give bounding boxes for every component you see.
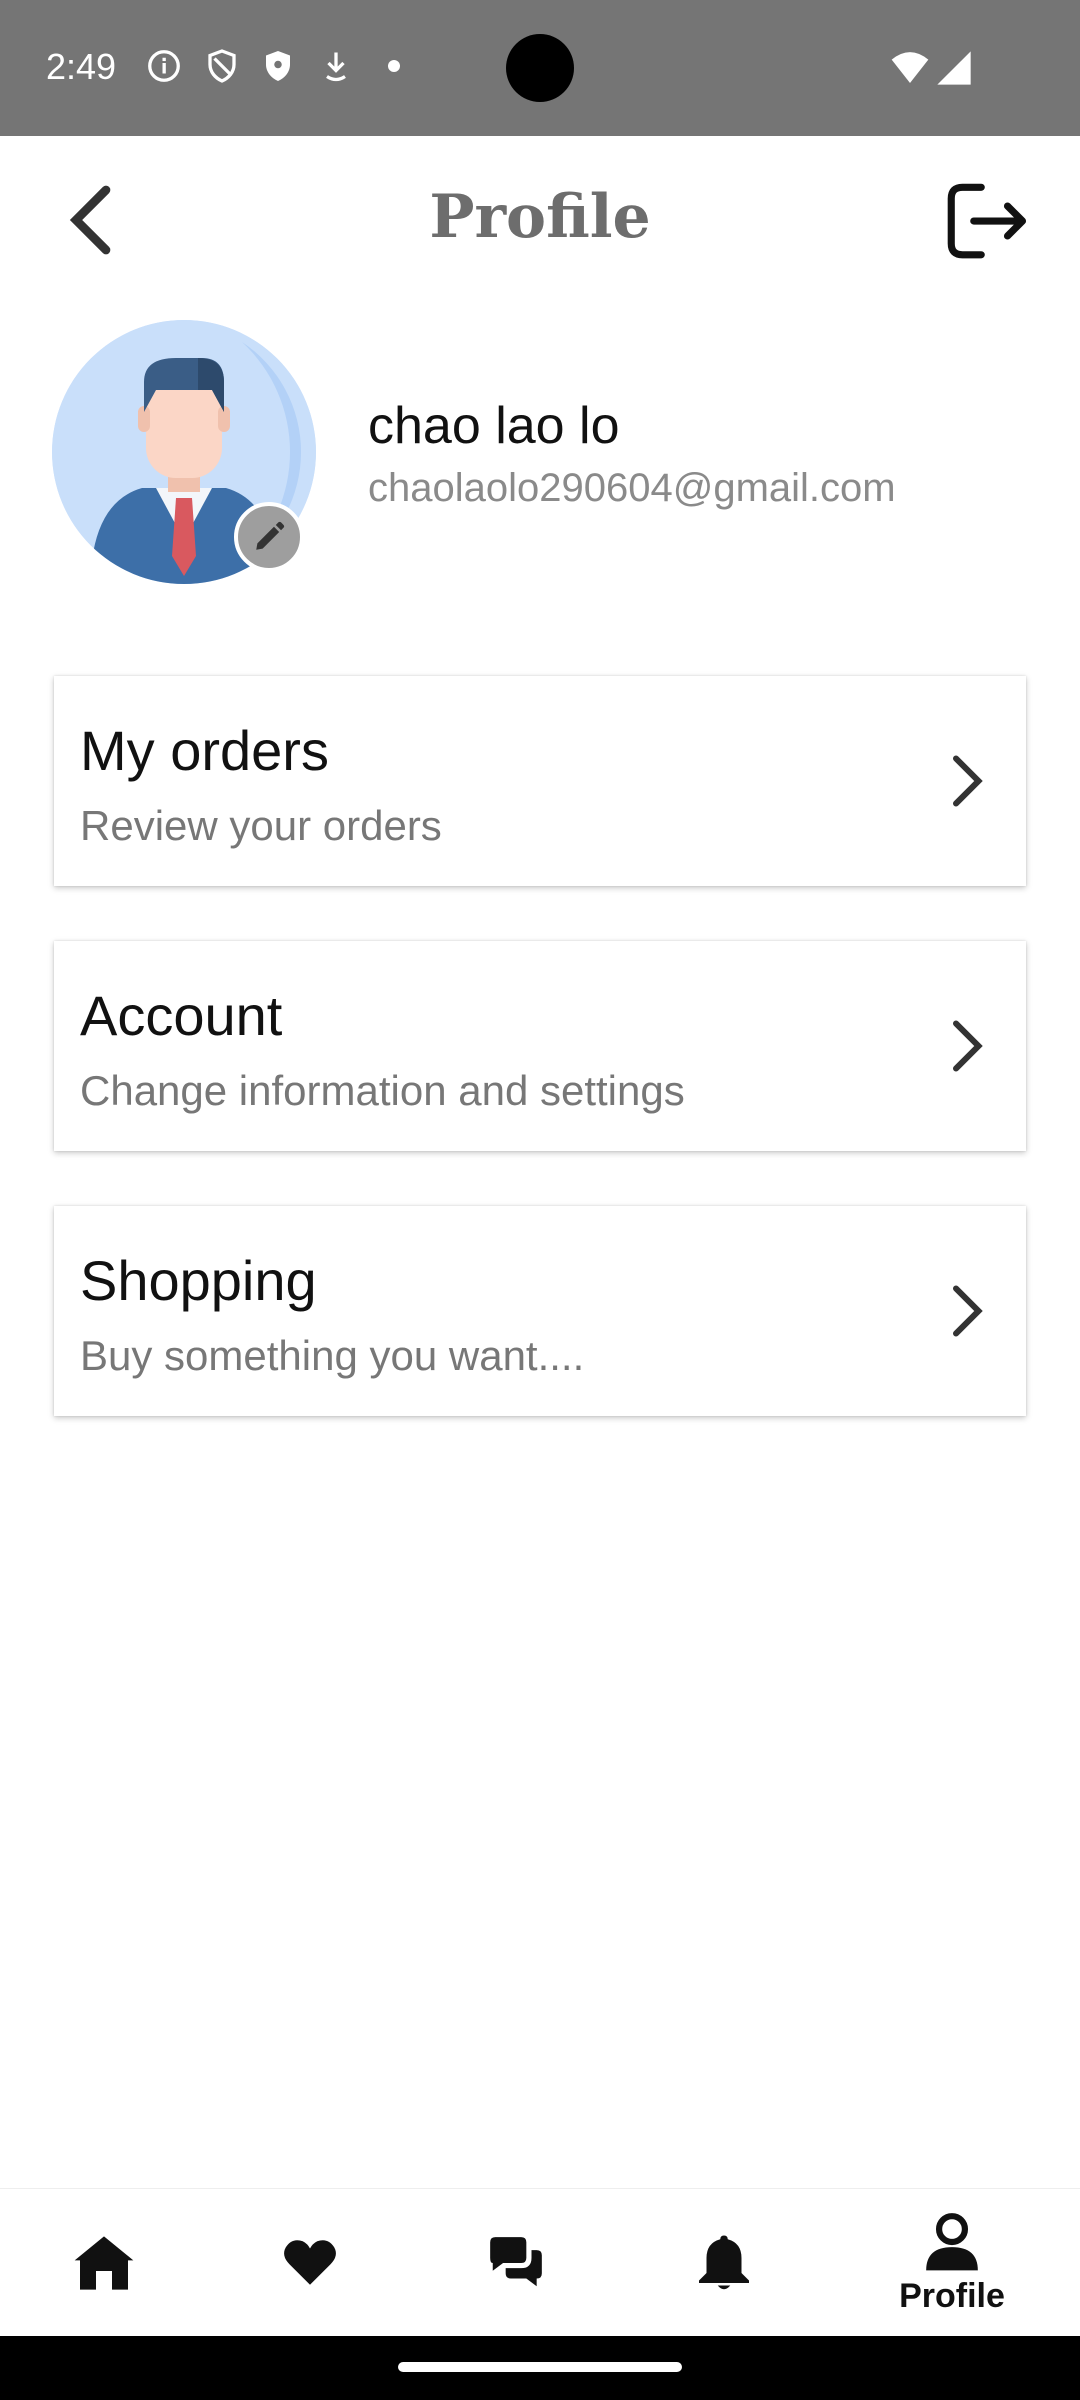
person-icon	[926, 2212, 978, 2270]
download-icon	[326, 52, 346, 82]
my-orders-card[interactable]: My orders Review your orders	[54, 676, 1026, 886]
status-time: 2:49	[46, 46, 117, 87]
wifi-icon	[891, 52, 929, 83]
nav-notifications[interactable]	[674, 2189, 774, 2337]
pencil-icon	[256, 521, 285, 550]
nav-profile-label: Profile	[899, 2276, 1005, 2315]
bell-icon	[699, 2235, 749, 2290]
user-email: chaolaolo290604@gmail.com	[368, 466, 896, 510]
status-bar: 2:49	[0, 0, 1080, 136]
chevron-right-icon	[953, 1285, 983, 1337]
info-icon	[148, 50, 180, 82]
card-title: Account	[80, 984, 283, 1047]
nav-favorites[interactable]	[260, 2189, 360, 2337]
home-gesture-bar[interactable]	[398, 2362, 682, 2372]
system-nav-bar	[0, 2336, 1080, 2400]
home-icon	[74, 2236, 134, 2290]
shield-icon	[208, 49, 236, 83]
heart-icon	[284, 2240, 336, 2285]
chat-icon	[490, 2237, 542, 2287]
page-title: Profile	[429, 182, 651, 252]
chevron-right-icon	[953, 755, 983, 807]
edit-avatar-button[interactable]	[234, 502, 304, 572]
user-name: chao lao lo	[368, 397, 620, 455]
card-title: My orders	[80, 719, 329, 782]
card-subtitle: Change information and settings	[80, 1067, 685, 1114]
shopping-card[interactable]: Shopping Buy something you want....	[54, 1206, 1026, 1416]
bottom-nav: Profile	[0, 2188, 1080, 2337]
card-subtitle: Buy something you want....	[80, 1332, 585, 1379]
dot-icon	[388, 60, 400, 72]
account-card[interactable]: Account Change information and settings	[54, 941, 1026, 1151]
signal-icon	[937, 51, 971, 85]
card-subtitle: Review your orders	[80, 802, 442, 849]
logout-button[interactable]	[940, 176, 1030, 266]
avatar-container	[52, 320, 316, 584]
nav-home[interactable]	[54, 2189, 154, 2337]
camera-cutout	[506, 34, 574, 102]
nav-profile[interactable]: Profile	[880, 2189, 1024, 2337]
shield-filled-icon	[266, 51, 290, 81]
nav-chat[interactable]	[466, 2189, 566, 2337]
chevron-right-icon	[953, 1020, 983, 1072]
app-header: Profile	[0, 136, 1080, 306]
card-title: Shopping	[80, 1249, 317, 1312]
